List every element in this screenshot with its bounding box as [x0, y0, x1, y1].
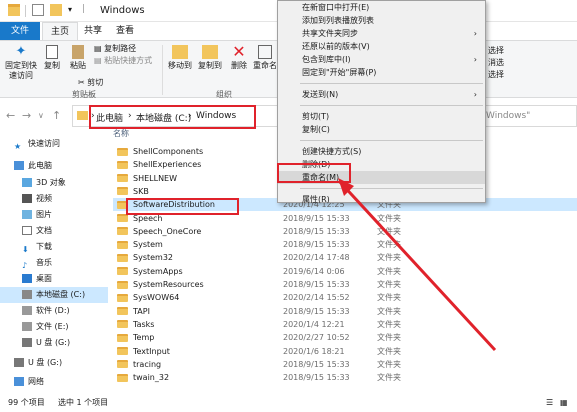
arrow-line: [338, 180, 497, 352]
annotation-arrow: [338, 178, 497, 352]
